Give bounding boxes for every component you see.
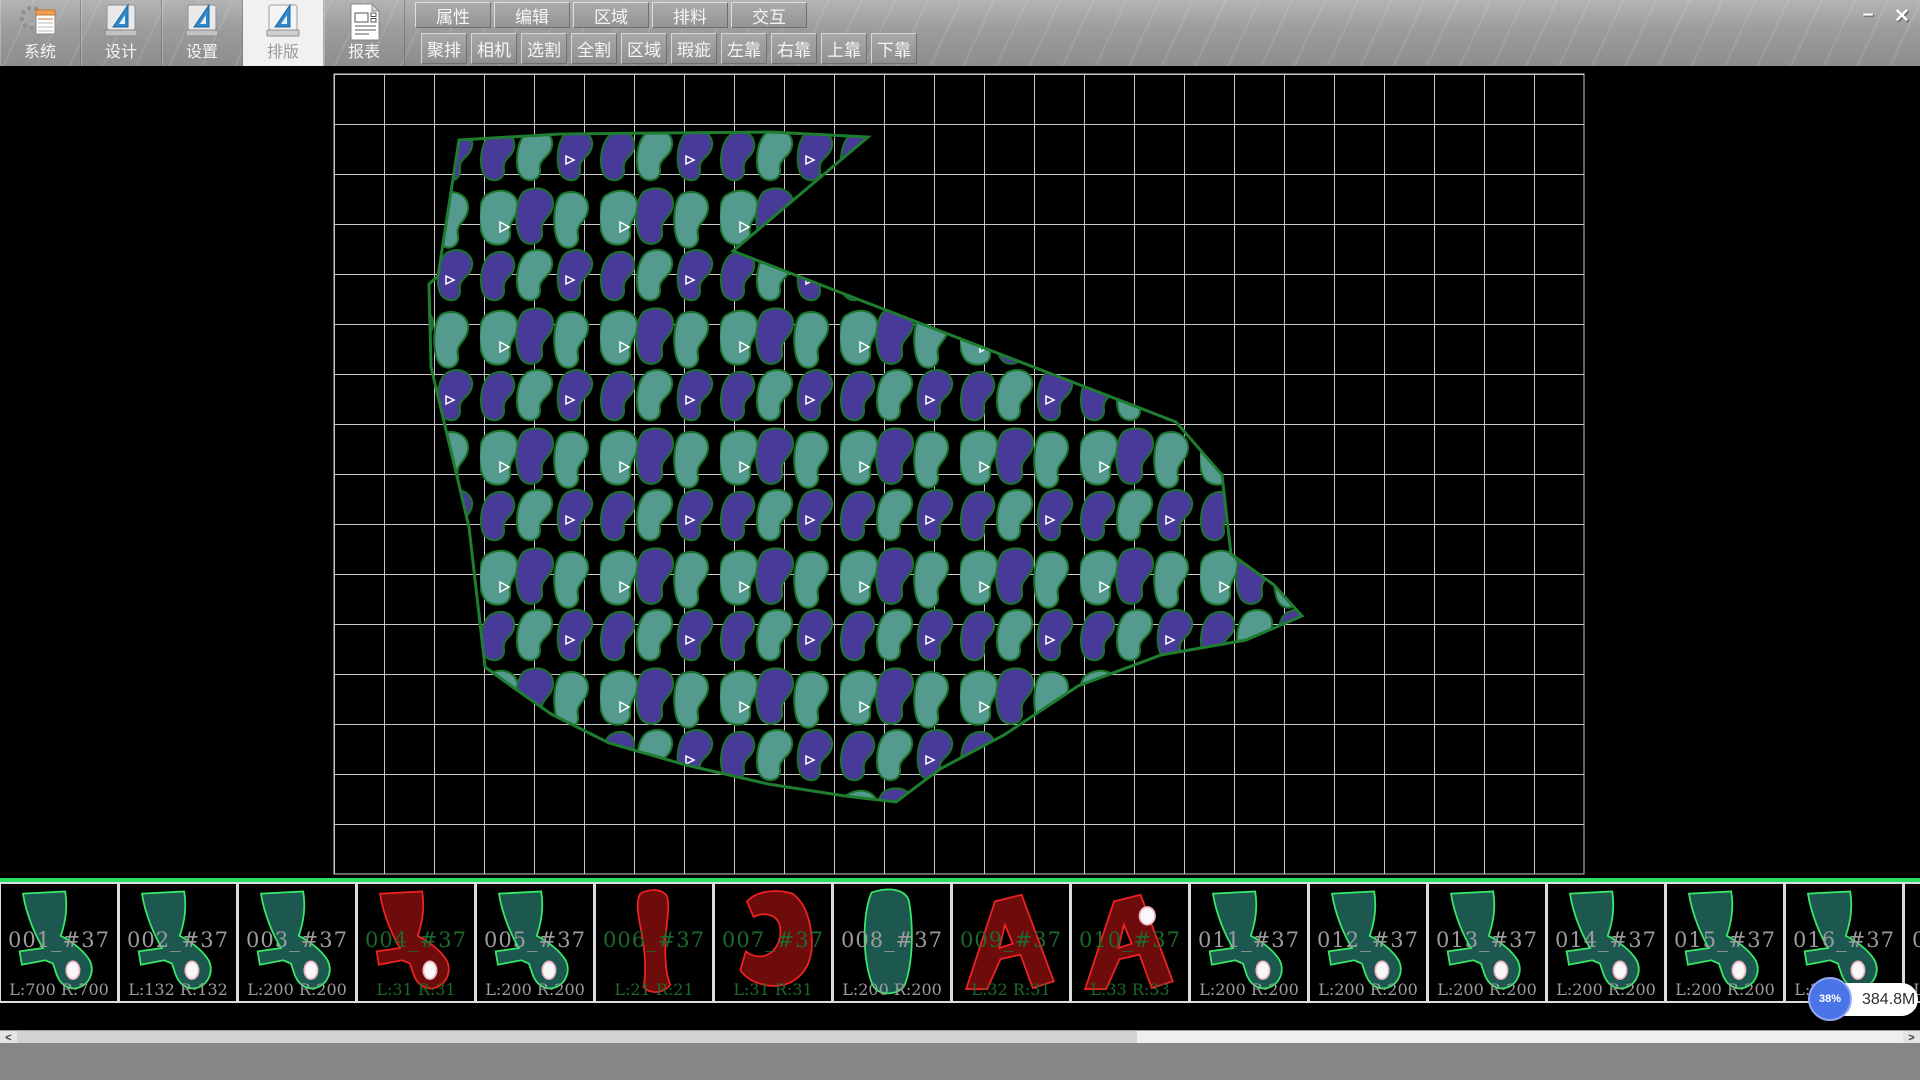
piece-lr-count-label: L:200 R:200 [1548,980,1664,999]
piece-id-label: 017_#37 [1905,928,1920,952]
app-tab-layout[interactable]: 排版 [243,0,324,66]
tool-button-1[interactable]: 相机 [471,33,517,64]
piece-id-label: 008_#37 [834,928,950,952]
tool-button-7[interactable]: 右靠 [771,33,817,64]
minimize-button[interactable]: − [1854,4,1882,28]
window-controls: − ✕ [1854,4,1916,28]
progress-circle: 38% [1808,977,1852,1021]
piece-id-label: 013_#37 [1429,928,1545,952]
piece-lr-count-label: L:200 R:200 [1429,980,1545,999]
tool-button-3[interactable]: 全割 [571,33,617,64]
piece-id-label: 012_#37 [1310,928,1426,952]
menu-tab-2[interactable]: 区域 [573,2,649,28]
piece-thumbnail[interactable]: 014_#37 L:200 R:200 [1547,882,1666,1003]
piece-id-label: 007_#37 [715,928,831,952]
piece-id-label: 010_#37 [1072,928,1188,952]
piece-thumbnail[interactable]: 008_#37 L:200 R:200 [833,882,952,1003]
piece-lr-count-label: L:200 R:200 [239,980,355,999]
piece-thumbnail[interactable]: 001_#37 L:700 R:700 [0,882,119,1003]
design-icon [99,2,143,42]
piece-id-label: 006_#37 [596,928,712,952]
piece-id-label: 004_#37 [358,928,474,952]
piece-id-label: 001_#37 [1,928,117,952]
piece-id-label: 009_#37 [953,928,1069,952]
app-tab-settings[interactable]: 设置 [162,0,243,66]
piece-lr-count-label: L:132 R:132 [120,980,236,999]
app-tab-label: 设计 [105,43,137,63]
menu-tab-1[interactable]: 编辑 [494,2,570,28]
piece-lr-count-label: L:21 R:21 [596,980,712,999]
settings-icon [180,2,224,42]
layout-icon [261,2,305,42]
piece-thumbnail[interactable]: 004_#37 L:31 R:31 [357,882,476,1003]
tool-button-6[interactable]: 左靠 [721,33,767,64]
report-icon [342,2,386,42]
top-toolbar: 系统设计设置排版报表 属性编辑区域排料交互 聚排相机选割全割区域瑕疵左靠右靠上靠… [0,0,1920,66]
piece-id-label: 005_#37 [477,928,593,952]
tool-button-0[interactable]: 聚排 [421,33,467,64]
piece-id-label: 011_#37 [1191,928,1307,952]
piece-thumbnail[interactable]: 005_#37 L:200 R:200 [476,882,595,1003]
piece-thumbnail[interactable]: 015_#37 L:200 R:200 [1666,882,1785,1003]
horizontal-scrollbar[interactable]: < > [0,1030,1920,1043]
app-tab-system[interactable]: 系统 [0,0,81,66]
tool-button-4[interactable]: 区域 [621,33,667,64]
close-button[interactable]: ✕ [1888,4,1916,28]
tool-button-9[interactable]: 下靠 [871,33,917,64]
piece-lr-count-label: L:200 R:200 [834,980,950,999]
piece-lr-count-label: L:200 R:200 [1310,980,1426,999]
piece-id-label: 003_#37 [239,928,355,952]
piece-id-label: 002_#37 [120,928,236,952]
piece-id-label: 015_#37 [1667,928,1783,952]
piece-thumbnail[interactable]: 009_#37 L:32 R:31 [952,882,1071,1003]
app-tab-design[interactable]: 设计 [81,0,162,66]
progress-size-label: 384.8M [1862,983,1915,1016]
piece-thumbnail[interactable]: 011_#37 L:200 R:200 [1190,882,1309,1003]
piece-lr-count-label: L:200 R:200 [1191,980,1307,999]
app-toolbar: 系统 设计 设置 排版 报表 [0,0,405,66]
piece-thumbnail[interactable]: 013_#37 L:200 R:200 [1428,882,1547,1003]
piece-thumbnail[interactable]: 002_#37 L:132 R:132 [119,882,238,1003]
status-bar [0,1043,1920,1080]
tool-button-2[interactable]: 选割 [521,33,567,64]
piece-thumbnail[interactable]: 010_#37 L:33 R:33 [1071,882,1190,1003]
piece-lr-count-label: L:700 R:700 [1,980,117,999]
menu-tab-4[interactable]: 交互 [731,2,807,28]
app-tab-label: 系统 [24,43,56,63]
piece-thumbnail[interactable]: 007_#37 L:31 R:31 [714,882,833,1003]
piece-thumbnail[interactable]: 006_#37 L:21 R:21 [595,882,714,1003]
menu-tab-3[interactable]: 排料 [652,2,728,28]
download-progress-badge[interactable]: 38% 384.8M [1810,983,1918,1016]
piece-id-label: 014_#37 [1548,928,1664,952]
app-tab-label: 排版 [267,43,299,63]
piece-lr-count-label: L:200 R:200 [1667,980,1783,999]
canvas-drawing [0,66,1920,878]
nesting-canvas[interactable] [0,66,1920,878]
system-icon [18,2,62,42]
piece-thumbnail[interactable]: 003_#37 L:200 R:200 [238,882,357,1003]
piece-lr-count-label: L:200 R:200 [477,980,593,999]
app-tab-report[interactable]: 报表 [324,0,405,66]
piece-lr-count-label: L:33 R:33 [1072,980,1188,999]
piece-lr-count-label: L:31 R:31 [715,980,831,999]
piece-lr-count-label: L:32 R:31 [953,980,1069,999]
app-tab-label: 报表 [348,43,380,63]
tool-button-5[interactable]: 瑕疵 [671,33,717,64]
piece-lr-count-label: L:31 R:31 [358,980,474,999]
app-window: 系统设计设置排版报表 属性编辑区域排料交互 聚排相机选割全割区域瑕疵左靠右靠上靠… [0,0,1920,1080]
app-tab-label: 设置 [186,43,218,63]
tool-button-8[interactable]: 上靠 [821,33,867,64]
menu-tab-0[interactable]: 属性 [415,2,491,28]
piece-thumbnail-strip: 001_#37L:700 R:700002_#37L:132 R:132003_… [0,882,1920,1003]
tool-button-bar: 聚排相机选割全割区域瑕疵左靠右靠上靠下靠 [421,33,921,64]
menu-tab-bar: 属性编辑区域排料交互 [415,2,810,28]
piece-thumbnail[interactable]: 012_#37 L:200 R:200 [1309,882,1428,1003]
piece-id-label: 016_#37 [1786,928,1902,952]
